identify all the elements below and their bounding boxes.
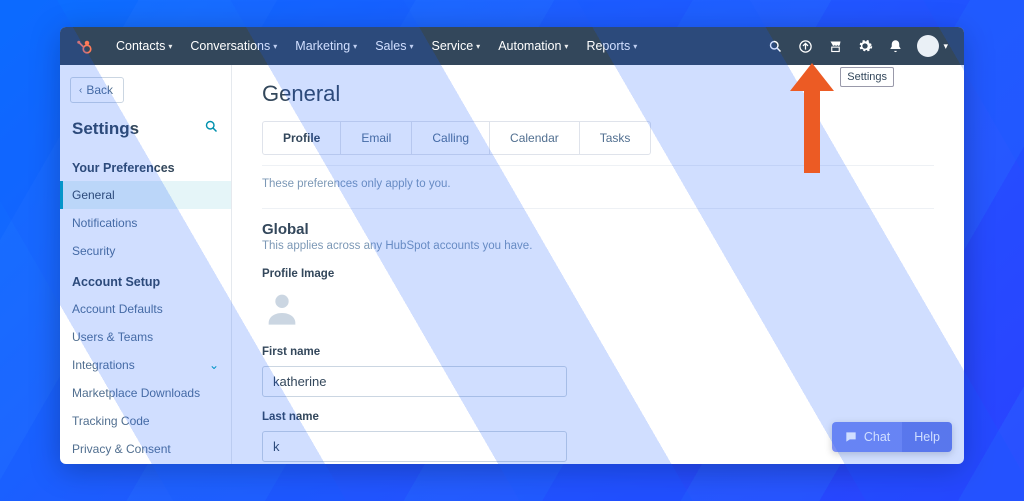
sidebar-item-users-teams[interactable]: Users & Teams <box>60 323 231 351</box>
chevron-down-icon: ▾ <box>943 41 948 52</box>
profile-image-label: Profile Image <box>262 268 934 280</box>
primary-nav: Contacts▾ Conversations▾ Marketing▾ Sale… <box>108 27 645 65</box>
chevron-down-icon: ▾ <box>273 42 277 51</box>
tab-calendar[interactable]: Calendar <box>490 122 580 154</box>
account-menu[interactable]: ▾ <box>911 35 954 57</box>
global-subtext: This applies across any HubSpot accounts… <box>262 240 934 252</box>
tabs: Profile Email Calling Calendar Tasks <box>262 121 651 155</box>
scope-note: These preferences only apply to you. <box>262 178 934 190</box>
sidebar-item-general[interactable]: General <box>60 181 231 209</box>
help-widget: Chat Help <box>832 422 952 452</box>
nav-sales[interactable]: Sales▾ <box>367 27 421 65</box>
help-button[interactable]: Help <box>902 422 952 452</box>
last-name-input[interactable] <box>262 431 567 462</box>
divider <box>262 165 934 166</box>
sidebar-item-account-defaults[interactable]: Account Defaults <box>60 295 231 323</box>
tab-profile[interactable]: Profile <box>263 122 341 154</box>
chevron-down-icon: ▾ <box>168 42 172 51</box>
nav-reports[interactable]: Reports▾ <box>578 27 645 65</box>
global-heading: Global <box>262 221 934 238</box>
sidebar-item-privacy-consent[interactable]: Privacy & Consent <box>60 435 231 463</box>
marketplace-icon[interactable] <box>821 27 849 65</box>
avatar-icon <box>917 35 939 57</box>
chat-button[interactable]: Chat <box>832 422 902 452</box>
sidebar-item-marketplace-downloads[interactable]: Marketplace Downloads <box>60 379 231 407</box>
first-name-input[interactable] <box>262 366 567 397</box>
chevron-down-icon: ⌄ <box>209 358 219 372</box>
last-name-label: Last name <box>262 411 934 423</box>
first-name-field: First name <box>262 346 934 397</box>
tab-tasks[interactable]: Tasks <box>580 122 651 154</box>
settings-tooltip: Settings <box>840 67 894 87</box>
nav-contacts[interactable]: Contacts▾ <box>108 27 180 65</box>
chevron-down-icon: ▾ <box>564 42 568 51</box>
back-button[interactable]: ‹Back <box>70 77 124 103</box>
chevron-down-icon: ▾ <box>409 42 413 51</box>
chevron-down-icon: ▾ <box>476 42 480 51</box>
tab-email[interactable]: Email <box>341 122 412 154</box>
chevron-left-icon: ‹ <box>79 85 82 96</box>
app-window: Contacts▾ Conversations▾ Marketing▾ Sale… <box>60 27 964 464</box>
nav-service[interactable]: Service▾ <box>423 27 488 65</box>
nav-marketing[interactable]: Marketing▾ <box>287 27 365 65</box>
topbar: Contacts▾ Conversations▾ Marketing▾ Sale… <box>60 27 964 65</box>
sidebar-item-integrations[interactable]: Integrations⌄ <box>60 351 231 379</box>
sidebar-group-preferences: Your Preferences <box>60 151 231 181</box>
profile-avatar-icon[interactable] <box>262 288 302 328</box>
upgrade-icon[interactable] <box>791 27 819 65</box>
sidebar-item-security[interactable]: Security <box>60 237 231 265</box>
divider <box>262 208 934 209</box>
page-title: General <box>262 81 934 107</box>
chat-icon <box>844 430 858 444</box>
sidebar-group-account: Account Setup <box>60 265 231 295</box>
nav-conversations[interactable]: Conversations▾ <box>182 27 285 65</box>
tab-calling[interactable]: Calling <box>412 122 490 154</box>
gear-icon[interactable] <box>851 27 879 65</box>
chevron-down-icon: ▾ <box>353 42 357 51</box>
first-name-label: First name <box>262 346 934 358</box>
search-icon[interactable] <box>204 119 219 139</box>
main-content: General Profile Email Calling Calendar T… <box>232 65 964 464</box>
sidebar-item-notifications[interactable]: Notifications <box>60 209 231 237</box>
bell-icon[interactable] <box>881 27 909 65</box>
sidebar: ‹Back Settings Your Preferences General … <box>60 65 232 464</box>
search-icon[interactable] <box>761 27 789 65</box>
topbar-right: ▾ <box>761 27 954 65</box>
nav-automation[interactable]: Automation▾ <box>490 27 576 65</box>
chevron-down-icon: ▾ <box>633 42 637 51</box>
settings-title: Settings <box>72 119 139 139</box>
body: ‹Back Settings Your Preferences General … <box>60 65 964 464</box>
settings-heading: Settings <box>60 113 231 151</box>
sidebar-item-tracking-code[interactable]: Tracking Code <box>60 407 231 435</box>
hubspot-logo-icon[interactable] <box>74 36 94 56</box>
